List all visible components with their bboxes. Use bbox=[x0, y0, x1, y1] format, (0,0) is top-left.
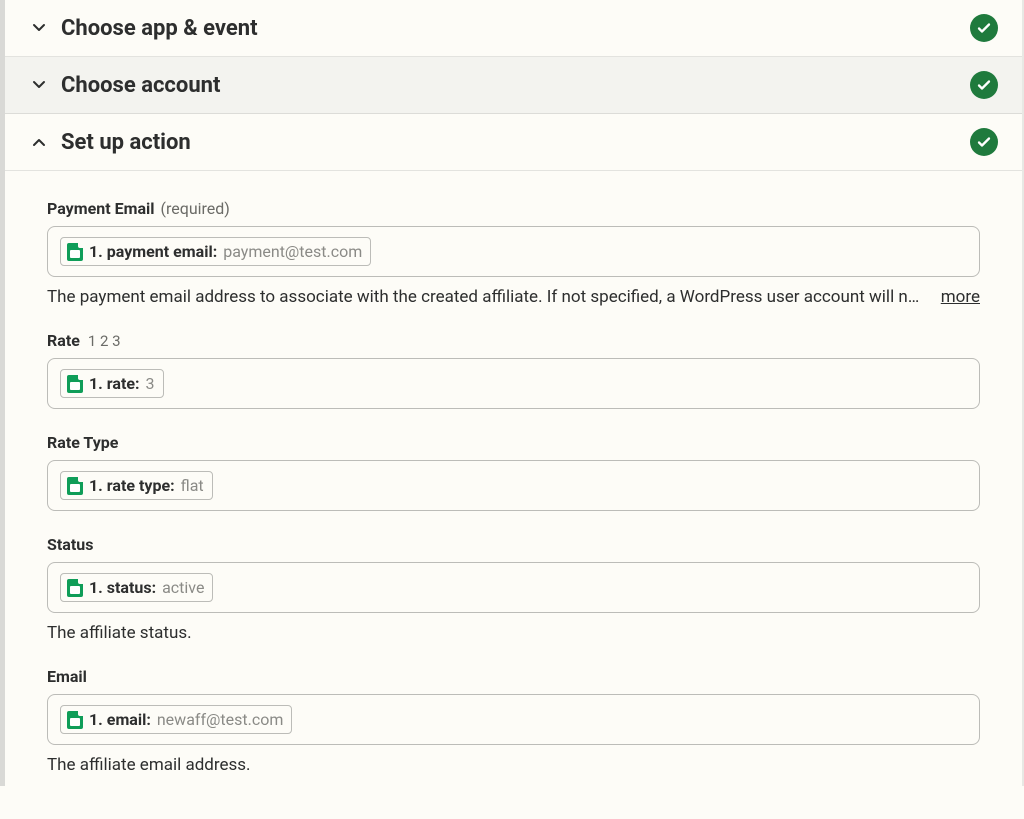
pill-label: 1. rate type: bbox=[89, 476, 175, 495]
pill-value: payment@test.com bbox=[223, 242, 362, 261]
label-text: Rate bbox=[47, 331, 80, 350]
label-text: Status bbox=[47, 535, 93, 554]
section-choose-account[interactable]: Choose account bbox=[5, 57, 1022, 114]
data-pill[interactable]: 1. payment email: payment@test.com bbox=[60, 237, 371, 266]
help-text: The affiliate email address. bbox=[47, 755, 980, 775]
field-label: Email bbox=[47, 667, 980, 686]
status-complete-icon bbox=[970, 128, 998, 156]
field-label: Payment Email (required) bbox=[47, 199, 980, 218]
form-area: Payment Email (required) 1. payment emai… bbox=[5, 171, 1022, 819]
section-set-up-action[interactable]: Set up action bbox=[5, 114, 1022, 171]
sheets-icon bbox=[67, 375, 83, 393]
email-input[interactable]: 1. email: newaff@test.com bbox=[47, 694, 980, 745]
sheets-icon bbox=[67, 711, 83, 729]
field-label: Status bbox=[47, 535, 980, 554]
field-rate-type: Rate Type 1. rate type: flat bbox=[47, 433, 980, 511]
pill-value: flat bbox=[181, 476, 204, 495]
data-pill[interactable]: 1. status: active bbox=[60, 573, 213, 602]
field-rate: Rate 1 2 3 1. rate: 3 bbox=[47, 331, 980, 409]
section-title: Set up action bbox=[61, 130, 970, 155]
label-text: Email bbox=[47, 667, 87, 686]
data-pill[interactable]: 1. rate: 3 bbox=[60, 369, 164, 398]
pill-label: 1. rate: bbox=[89, 374, 140, 393]
section-title: Choose account bbox=[61, 73, 970, 98]
data-pill[interactable]: 1. email: newaff@test.com bbox=[60, 705, 292, 734]
rate-type-input[interactable]: 1. rate type: flat bbox=[47, 460, 980, 511]
field-payment-email: Payment Email (required) 1. payment emai… bbox=[47, 199, 980, 307]
help-text: The affiliate status. bbox=[47, 623, 980, 643]
pill-value: active bbox=[162, 578, 204, 597]
payment-email-input[interactable]: 1. payment email: payment@test.com bbox=[47, 226, 980, 277]
status-complete-icon bbox=[970, 71, 998, 99]
help-text: The payment email address to associate w… bbox=[47, 287, 921, 307]
section-title: Choose app & event bbox=[61, 16, 970, 41]
chevron-up-icon bbox=[29, 134, 49, 150]
section-choose-app[interactable]: Choose app & event bbox=[5, 0, 1022, 57]
rate-input[interactable]: 1. rate: 3 bbox=[47, 358, 980, 409]
pill-label: 1. email: bbox=[89, 710, 151, 729]
chevron-down-icon bbox=[29, 77, 49, 93]
field-label: Rate Type bbox=[47, 433, 980, 452]
label-text: Rate Type bbox=[47, 433, 118, 452]
field-status: Status 1. status: active The affiliate s… bbox=[47, 535, 980, 643]
status-input[interactable]: 1. status: active bbox=[47, 562, 980, 613]
data-pill[interactable]: 1. rate type: flat bbox=[60, 471, 213, 500]
pill-label: 1. payment email: bbox=[89, 242, 217, 261]
pill-label: 1. status: bbox=[89, 578, 156, 597]
status-complete-icon bbox=[970, 14, 998, 42]
field-email: Email 1. email: newaff@test.com The affi… bbox=[47, 667, 980, 775]
label-text: Payment Email bbox=[47, 199, 154, 218]
pill-value: newaff@test.com bbox=[157, 710, 284, 729]
sheets-icon bbox=[67, 477, 83, 495]
label-hint: 1 2 3 bbox=[88, 332, 121, 350]
sheets-icon bbox=[67, 579, 83, 597]
required-text: (required) bbox=[160, 199, 229, 218]
more-link[interactable]: more bbox=[941, 287, 980, 307]
chevron-down-icon bbox=[29, 20, 49, 36]
pill-value: 3 bbox=[146, 374, 155, 393]
sheets-icon bbox=[67, 243, 83, 261]
field-label: Rate 1 2 3 bbox=[47, 331, 980, 350]
